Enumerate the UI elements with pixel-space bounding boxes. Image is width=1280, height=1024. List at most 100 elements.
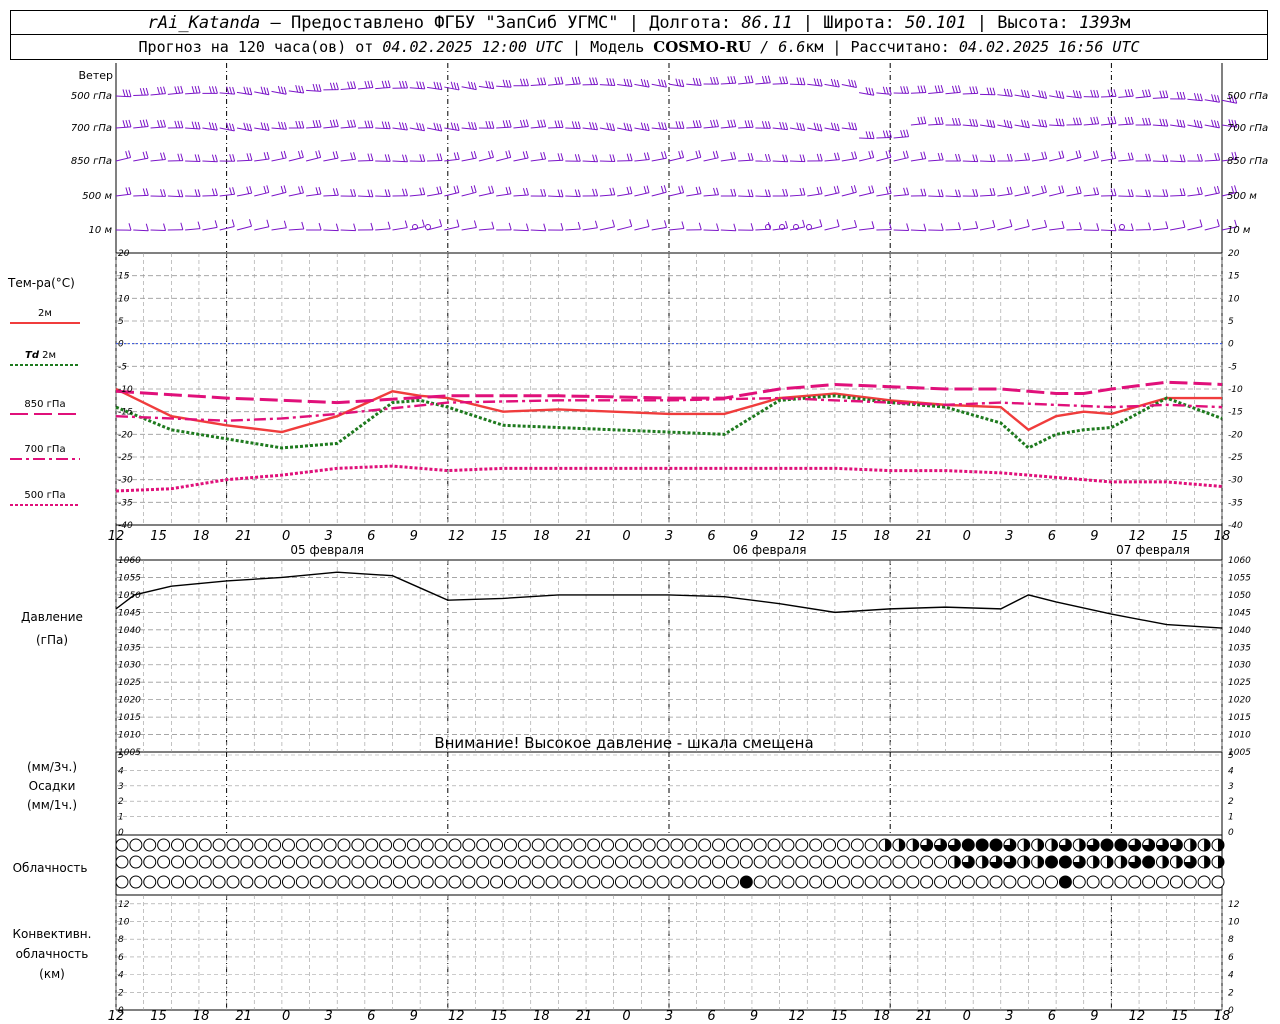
- wind-barb-feather: [266, 123, 270, 131]
- wind-barb-feather: [972, 118, 976, 127]
- precip-tick-right: 3: [1228, 782, 1234, 792]
- wind-barb-feather: [402, 80, 405, 89]
- wind-barb-feather: [283, 150, 287, 159]
- hour-label-bottom: 21: [576, 1009, 593, 1024]
- wind-barb-feather: [609, 78, 613, 86]
- wind-barb-shaft: [340, 126, 356, 129]
- wind-barb-feather: [439, 82, 443, 90]
- pressure-tick-left: 1050: [118, 591, 141, 601]
- cloud-panel-title: Облачность: [13, 861, 88, 875]
- wind-barb-feather: [1075, 186, 1079, 194]
- cloud-cell: [281, 875, 295, 889]
- wind-barb-feather: [295, 85, 299, 93]
- cloud-cell: [379, 838, 393, 852]
- cloud-cell: [198, 855, 212, 869]
- cloud-cell: [559, 875, 573, 889]
- wind-barb-feather: [1165, 90, 1169, 98]
- wind-barb-feather: [571, 77, 575, 85]
- temp-tick-left: -5: [118, 362, 127, 372]
- wind-barb-feather: [906, 86, 910, 94]
- wind-barb-feather: [522, 119, 526, 127]
- wind-barb-feather: [177, 86, 181, 94]
- wind-barb-feather: [214, 86, 218, 94]
- wind-barb-feather: [1130, 152, 1134, 160]
- wind-barb-feather: [698, 120, 702, 128]
- cloud-cell: [1045, 855, 1059, 869]
- wind-barb-feather: [796, 122, 800, 130]
- hour-label: 12: [108, 529, 125, 544]
- temp-tick-right: -15: [1228, 408, 1243, 418]
- wind-barb-shaft: [1100, 123, 1117, 126]
- wind-barb-shaft: [910, 91, 926, 94]
- wind-barb-feather: [211, 86, 215, 94]
- cloud-cell: [753, 875, 767, 889]
- wind-barb-feather: [940, 116, 944, 125]
- wind-barb-feather: [214, 220, 218, 228]
- wind-barb-feather: [733, 151, 737, 159]
- wind-barb-feather: [387, 221, 391, 229]
- wind-barb-feather: [900, 130, 904, 138]
- conv-tick-right: 10: [1228, 918, 1240, 928]
- wind-barb-feather: [782, 188, 786, 197]
- wind-barb-feather: [329, 119, 333, 128]
- cloud-cell: [517, 855, 531, 869]
- wind-barb-feather: [266, 219, 270, 227]
- wind-barb-feather: [989, 87, 993, 95]
- cloud-cell: [878, 855, 892, 869]
- wind-barb-feather: [191, 86, 195, 94]
- wind-barb-feather: [1148, 189, 1152, 197]
- wind-barb-feather: [249, 186, 253, 194]
- wind-barb-shaft: [1187, 98, 1203, 102]
- wind-barb-feather: [488, 186, 492, 194]
- precip-tick-left: 1: [118, 813, 124, 823]
- cloud-cell: [517, 838, 531, 852]
- wind-barb-shaft: [634, 127, 650, 132]
- wind-barb-feather: [473, 82, 477, 90]
- wind-barb-feather: [491, 221, 495, 229]
- wind-barb-shaft: [789, 83, 805, 86]
- cloud-cell: [1003, 875, 1017, 889]
- wind-barb-feather: [940, 223, 944, 231]
- wind-barb-feather: [1026, 185, 1030, 193]
- wind-barb-feather: [609, 187, 613, 196]
- wind-barb-shaft: [634, 226, 650, 231]
- wind-barb-feather: [1159, 118, 1163, 126]
- cloud-cell: [698, 855, 712, 869]
- precip-tick-right: 2: [1228, 797, 1234, 807]
- wind-barb-shaft: [945, 228, 961, 231]
- wind-barb-feather: [1176, 91, 1180, 100]
- wind-barb-shaft: [1135, 95, 1151, 99]
- wind-barb-feather: [1179, 91, 1183, 100]
- hour-label-bottom: 15: [491, 1009, 508, 1024]
- wind-barb-feather: [1006, 153, 1010, 162]
- wind-barb-shaft: [530, 83, 546, 87]
- wind-barb-shaft: [824, 127, 840, 132]
- wind-barb-shaft: [375, 127, 391, 130]
- temp-tick-right: 0: [1228, 340, 1234, 350]
- cloud-cell: [725, 875, 739, 889]
- wind-barb-feather: [868, 151, 872, 159]
- wind-barb-feather: [505, 150, 509, 159]
- wind-barb-feather: [473, 150, 477, 159]
- wind-barb-feather: [646, 123, 650, 131]
- cloud-cell: [781, 838, 795, 852]
- wind-barb-feather: [543, 188, 547, 197]
- wind-barb-shaft: [893, 194, 909, 197]
- wind-barb-feather: [816, 123, 820, 131]
- wind-barb-shaft: [720, 229, 736, 232]
- wind-barb-feather: [1196, 120, 1200, 128]
- cloud-cell: [587, 875, 601, 889]
- cloud-cell-fill: [1051, 839, 1058, 851]
- wind-barb-feather: [972, 154, 976, 162]
- cloud-cell: [753, 855, 767, 869]
- wind-barb-shaft: [599, 84, 615, 87]
- temp-tick-right: -35: [1228, 498, 1243, 508]
- cloud-cell: [240, 838, 254, 852]
- cloud-cell: [143, 855, 157, 869]
- wind-barb-feather: [1211, 94, 1215, 102]
- wind-barb-feather: [335, 82, 339, 90]
- wind-barb-feather: [554, 120, 558, 128]
- wind-barb-feather: [370, 120, 374, 128]
- conv-tick-left: 10: [118, 918, 130, 928]
- wind-barb-shaft: [478, 156, 494, 162]
